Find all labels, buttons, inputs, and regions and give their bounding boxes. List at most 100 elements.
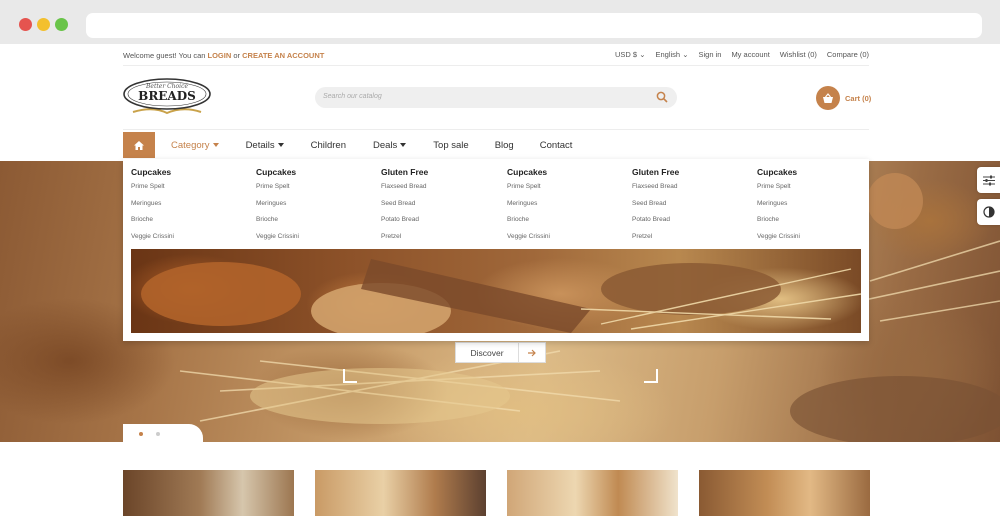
minimize-dot-icon[interactable]	[37, 18, 50, 31]
menu-column: Cupcakes Prime Spelt Meringues Brioche Vegg…	[757, 167, 877, 249]
currency-selector[interactable]: USD $ ⌄	[615, 50, 645, 59]
bread-image	[141, 259, 861, 333]
home-icon	[134, 140, 144, 150]
compare-link[interactable]: Compare (0)	[827, 50, 869, 59]
cart-icon	[816, 86, 840, 110]
menu-link[interactable]: Veggie Crissini	[131, 233, 251, 250]
slide-dot-active[interactable]	[139, 432, 143, 436]
menu-link[interactable]: Veggie Crissini	[507, 233, 627, 250]
caret-down-icon	[400, 142, 407, 147]
top-bar: Welcome guest! You can LOGIN or CREATE A…	[123, 44, 869, 66]
menu-link[interactable]: Seed Bread	[381, 200, 501, 217]
frame-corner	[644, 369, 658, 383]
menu-column: Gluten Free Flaxseed Bread Seed Bread Pota…	[381, 167, 501, 249]
nav-label: Category	[171, 139, 210, 151]
sign-in-link[interactable]: Sign in	[699, 50, 722, 59]
menu-column-title[interactable]: Cupcakes	[131, 167, 251, 177]
home-button[interactable]	[123, 132, 155, 158]
menu-link[interactable]: Brioche	[131, 216, 251, 233]
menu-link[interactable]: Potato Bread	[381, 216, 501, 233]
menu-column: Cupcakes Prime Spelt Meringues Brioche Vegg…	[131, 167, 251, 249]
my-account-link[interactable]: My account	[731, 50, 769, 59]
menu-link[interactable]: Veggie Crissini	[757, 233, 877, 250]
chevron-down-icon: ⌄	[682, 50, 689, 59]
menu-link[interactable]: Veggie Crissini	[256, 233, 376, 250]
close-dot-icon[interactable]	[19, 18, 32, 31]
menu-column-title[interactable]: Gluten Free	[381, 167, 501, 177]
category-mega-menu: Cupcakes Prime Spelt Meringues Brioche Vegg…	[123, 159, 869, 341]
search-icon[interactable]	[656, 91, 668, 103]
category-thumb[interactable]	[699, 470, 870, 516]
sliders-icon	[982, 175, 995, 185]
top-links: USD $ ⌄ English ⌄ Sign in My account Wis…	[605, 50, 869, 59]
login-link[interactable]: LOGIN	[208, 51, 232, 60]
arrow-right-icon	[519, 343, 545, 362]
slider-pagination	[123, 424, 203, 442]
menu-link[interactable]: Flaxseed Bread	[632, 183, 752, 200]
wishlist-link[interactable]: Wishlist (0)	[780, 50, 817, 59]
address-bar[interactable]	[86, 13, 982, 38]
menu-link[interactable]: Meringues	[131, 200, 251, 217]
contrast-icon	[982, 206, 995, 218]
search-box[interactable]: Search our catalog	[315, 87, 677, 108]
menu-banner-image[interactable]	[131, 249, 861, 333]
menu-link[interactable]: Meringues	[757, 200, 877, 217]
nav-item-contact[interactable]: Contact	[540, 140, 573, 151]
menu-column-title[interactable]: Cupcakes	[256, 167, 376, 177]
nav-item-category[interactable]: Category	[171, 140, 219, 151]
menu-link[interactable]: Brioche	[507, 216, 627, 233]
menu-link[interactable]: Pretzel	[381, 233, 501, 250]
frame-corner	[343, 369, 357, 383]
nav-item-deals[interactable]: Deals	[373, 140, 407, 151]
currency-label: USD $	[615, 50, 638, 59]
menu-link[interactable]: Potato Bread	[632, 216, 752, 233]
nav-item-blog[interactable]: Blog	[495, 140, 514, 151]
menu-link[interactable]: Prime Spelt	[256, 183, 376, 200]
menu-link[interactable]: Pretzel	[632, 233, 752, 250]
caret-down-icon	[212, 142, 219, 147]
menu-link[interactable]: Prime Spelt	[131, 183, 251, 200]
menu-link[interactable]: Seed Bread	[632, 200, 752, 217]
menu-link[interactable]: Meringues	[507, 200, 627, 217]
menu-link[interactable]: Brioche	[256, 216, 376, 233]
logo-badge-icon: Better Choice BREADS	[123, 78, 211, 115]
slide-dot[interactable]	[156, 432, 160, 436]
menu-link[interactable]: Prime Spelt	[507, 183, 627, 200]
menu-link[interactable]: Prime Spelt	[757, 183, 877, 200]
search-input[interactable]: Search our catalog	[323, 93, 382, 100]
menu-column-title[interactable]: Gluten Free	[632, 167, 752, 177]
nav-item-top-sale[interactable]: Top sale	[433, 140, 468, 151]
category-thumb[interactable]	[507, 470, 678, 516]
nav-item-details[interactable]: Details	[246, 140, 284, 151]
or-text: or	[233, 51, 241, 60]
menu-column-title[interactable]: Cupcakes	[757, 167, 877, 177]
caret-down-icon	[277, 142, 284, 147]
logo-title: BREADS	[138, 89, 196, 103]
settings-toggle-button[interactable]	[977, 167, 1000, 193]
web-page: Welcome guest! You can LOGIN or CREATE A…	[0, 44, 1000, 516]
welcome-message: Welcome guest! You can LOGIN or CREATE A…	[123, 51, 324, 60]
chevron-down-icon: ⌄	[639, 50, 646, 59]
main-nav: Category Details Children Deals Top sale…	[123, 132, 869, 158]
site-logo[interactable]: Better Choice BREADS	[123, 76, 211, 116]
category-thumb[interactable]	[123, 470, 294, 516]
menu-column: Gluten Free Flaxseed Bread Seed Bread Pota…	[632, 167, 752, 249]
browser-chrome	[0, 0, 1000, 44]
maximize-dot-icon[interactable]	[55, 18, 68, 31]
category-thumb[interactable]	[315, 470, 486, 516]
nav-label: Details	[245, 139, 275, 151]
create-account-link[interactable]: CREATE AN ACCOUNT	[242, 51, 324, 60]
menu-column-title[interactable]: Cupcakes	[507, 167, 627, 177]
menu-column: Cupcakes Prime Spelt Meringues Brioche Vegg…	[256, 167, 376, 249]
menu-link[interactable]: Meringues	[256, 200, 376, 217]
welcome-text: Welcome guest! You can	[123, 51, 206, 60]
language-selector[interactable]: English ⌄	[656, 50, 689, 59]
menu-link[interactable]: Brioche	[757, 216, 877, 233]
cart-button[interactable]: Cart (0)	[816, 86, 871, 110]
nav-divider	[123, 129, 869, 130]
discover-button[interactable]: Discover	[455, 342, 546, 363]
theme-toggle-button[interactable]	[977, 199, 1000, 225]
nav-item-children[interactable]: Children	[311, 140, 346, 151]
language-label: English	[655, 50, 681, 59]
menu-link[interactable]: Flaxseed Bread	[381, 183, 501, 200]
